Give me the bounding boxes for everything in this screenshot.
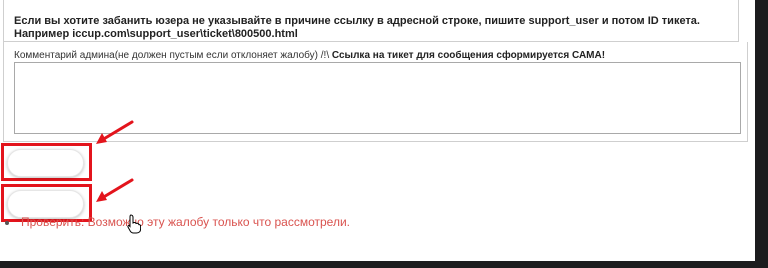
bullet-icon (5, 220, 9, 225)
arrow-icon (96, 178, 134, 202)
highlight-box-first-button (1, 143, 92, 181)
admin-comment-label: Комментарий админа(не должен пустым если… (14, 50, 605, 61)
first-action-button[interactable] (7, 149, 84, 177)
admin-comment-label-warning: Ссылка на тикет для сообщения сформирует… (331, 50, 606, 61)
complaint-review-page: Если вы хотите забанить юзера не указыва… (0, 0, 755, 261)
ban-info-box: Если вы хотите забанить юзера не указыва… (3, 0, 739, 42)
arrow-icon (96, 120, 134, 144)
admin-comment-label-text: Комментарий админа(не должен пустым если… (14, 50, 332, 61)
second-action-button[interactable] (7, 190, 84, 218)
status-message: Проверить: Возможно эту жалобу только чт… (5, 215, 350, 229)
hand-cursor-icon (127, 214, 141, 234)
status-message-text: Проверить: Возможно эту жалобу только чт… (21, 215, 350, 229)
ban-info-text: Если вы хотите забанить юзера не указыва… (14, 15, 700, 40)
